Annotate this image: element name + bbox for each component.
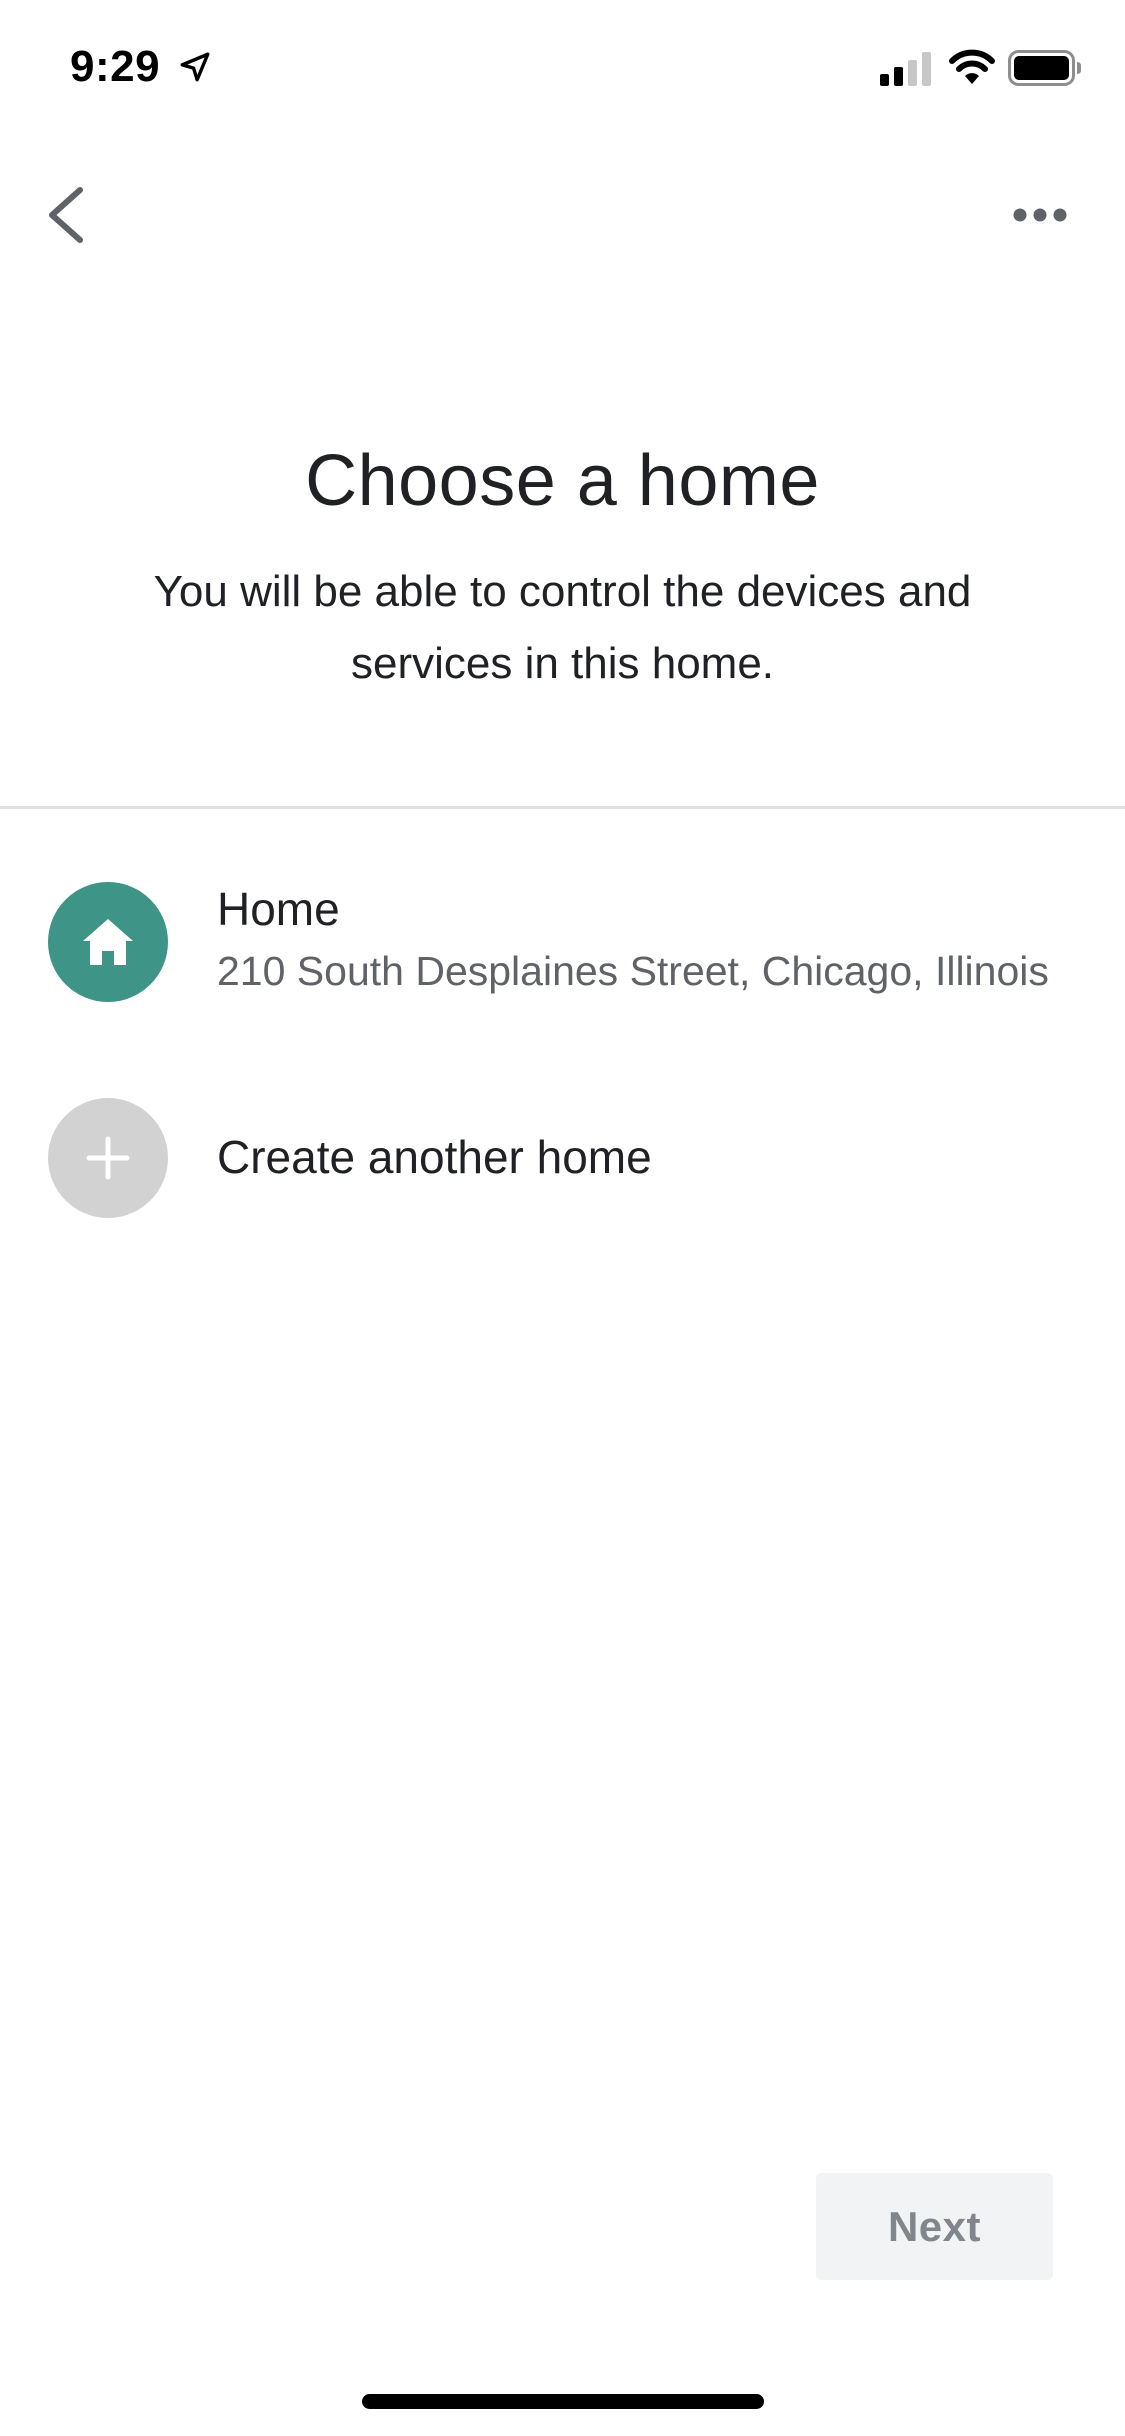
create-home-item[interactable]: Create another home (0, 1080, 1125, 1240)
divider (0, 806, 1125, 809)
home-indicator (362, 2394, 764, 2409)
cellular-signal-icon (880, 52, 931, 86)
home-address: 210 South Desplaines Street, Chicago, Il… (217, 948, 1049, 994)
battery-icon (1008, 50, 1081, 86)
home-list-item[interactable]: Home 210 South Desplaines Street, Chicag… (0, 860, 1125, 1020)
home-avatar (48, 882, 168, 1002)
page-title: Choose a home (305, 441, 820, 521)
more-options-button[interactable] (1000, 185, 1080, 245)
chevron-left-icon (49, 187, 83, 243)
home-name: Home (217, 883, 340, 935)
more-horizontal-icon (1013, 208, 1067, 222)
create-home-label: Create another home (217, 1131, 652, 1183)
wifi-icon (949, 49, 995, 84)
next-button[interactable]: Next (816, 2173, 1053, 2280)
location-arrow-icon (180, 52, 210, 82)
create-home-avatar (48, 1098, 168, 1218)
status-bar: 9:29 (0, 0, 1125, 135)
house-icon (83, 919, 133, 965)
page-subtitle: You will be able to control the devices … (153, 567, 972, 688)
status-time: 9:29 (70, 42, 161, 91)
back-button[interactable] (30, 170, 100, 260)
plus-icon (86, 1136, 130, 1180)
